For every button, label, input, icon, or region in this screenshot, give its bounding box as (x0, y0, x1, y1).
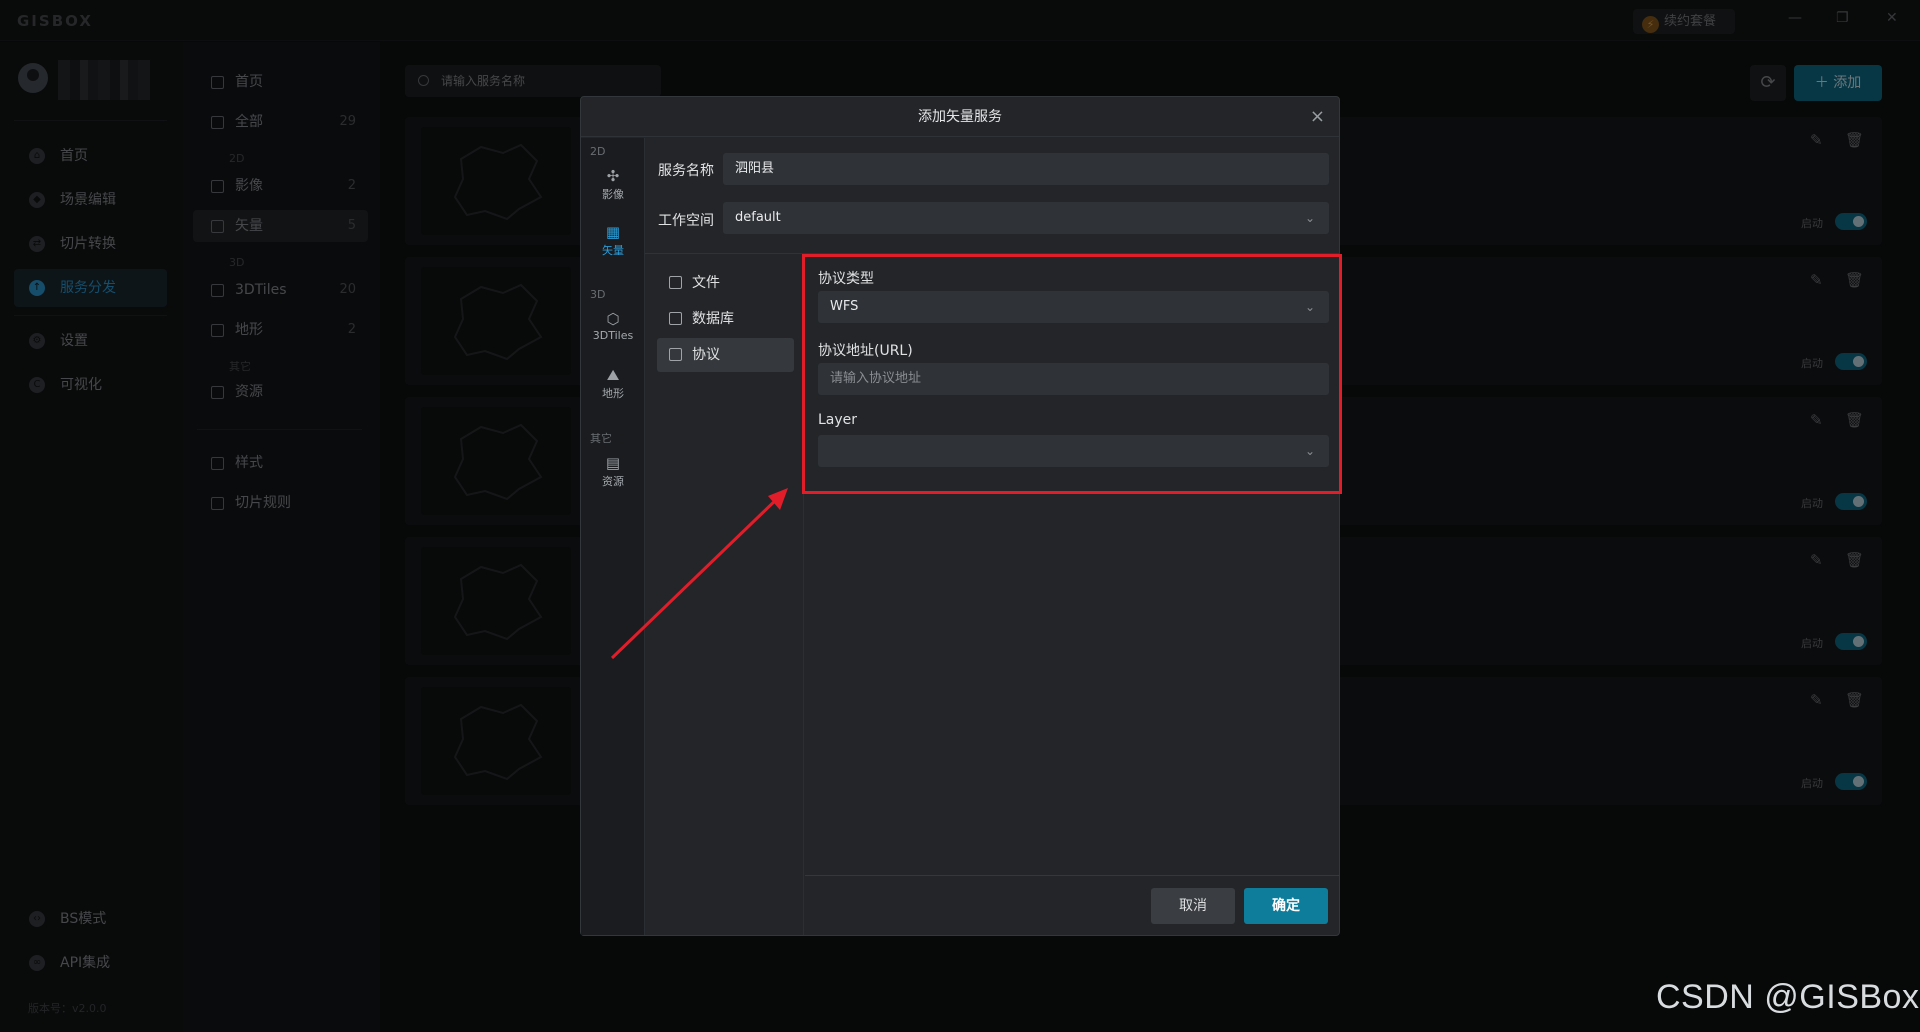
rail-item-3dtiles[interactable]: ⬡ 3DTiles (581, 307, 645, 355)
cancel-button[interactable]: 取消 (1151, 888, 1235, 924)
dialog-title: 添加矢量服务 (918, 109, 1002, 125)
service-name-label: 服务名称 (658, 163, 714, 179)
cube-icon: ⬡ (606, 310, 620, 328)
protocol-icon (669, 348, 682, 361)
workspace-select[interactable]: default ⌄ (723, 202, 1329, 234)
workspace-label: 工作空间 (658, 213, 714, 229)
dialog-header: 添加矢量服务 × (581, 97, 1339, 137)
rail-group-3d: 3D (590, 288, 606, 301)
annotation-arrow (610, 488, 788, 660)
rail-item-terrain[interactable]: ⛰ 地形 (581, 363, 645, 411)
database-icon (669, 312, 682, 325)
confirm-button[interactable]: 确定 (1244, 888, 1328, 924)
rail-group-2d: 2D (590, 145, 606, 158)
rail-item-vector[interactable]: ▦ 矢量 (581, 220, 645, 268)
rail-item-imagery[interactable]: ✣ 影像 (581, 164, 645, 212)
source-item-file[interactable]: 文件 (657, 266, 794, 300)
folder-icon: ▤ (605, 454, 621, 472)
annotation-highlight-box (802, 254, 1342, 494)
folder-icon (669, 276, 682, 289)
watermark: CSDN @GISBox (1656, 978, 1920, 1016)
workspace-value: default (735, 210, 781, 225)
rail-group-other: 其它 (590, 432, 612, 445)
close-icon[interactable]: × (1310, 97, 1325, 137)
source-item-database[interactable]: 数据库 (657, 302, 794, 336)
divider (805, 875, 1340, 876)
vector-icon: ▦ (605, 223, 621, 241)
service-name-field[interactable]: 泗阳县 (723, 153, 1329, 185)
satellite-icon: ✣ (606, 167, 620, 185)
chevron-down-icon: ⌄ (1304, 211, 1315, 225)
source-item-protocol[interactable]: 协议 (657, 338, 794, 372)
mountain-icon: ⛰ (606, 366, 620, 384)
